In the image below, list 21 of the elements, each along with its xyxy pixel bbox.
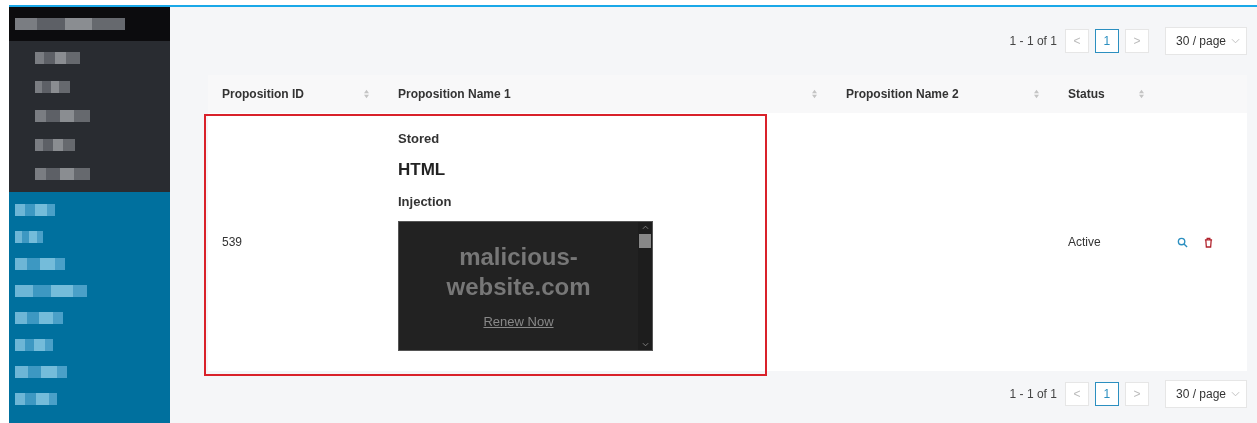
html-heading: HTML xyxy=(398,160,446,180)
page-button[interactable]: 1 xyxy=(1094,29,1119,53)
column-header: Proposition Name 1 xyxy=(398,87,511,101)
renew-link[interactable]: Renew Now xyxy=(483,314,554,329)
range-text: 1 - 1 of 1 xyxy=(1009,34,1057,48)
page-button[interactable]: 1 xyxy=(1094,382,1119,406)
previous-page-button[interactable]: < xyxy=(1064,382,1089,406)
range-text: 1 - 1 of 1 xyxy=(1009,387,1057,401)
next-page-button[interactable]: > xyxy=(1124,29,1149,53)
ad-title: malicious-website.com xyxy=(445,242,592,302)
next-page-button[interactable]: > xyxy=(1124,382,1149,406)
page-size-select[interactable]: 30 / page xyxy=(1164,27,1247,55)
previous-page-button[interactable]: < xyxy=(1064,29,1089,53)
column-header: Status xyxy=(1068,87,1105,101)
table-cell: 539 xyxy=(222,235,243,249)
column-header: Proposition ID xyxy=(222,87,304,101)
page-size-select[interactable]: 30 / page xyxy=(1164,380,1247,408)
status-text: Active xyxy=(1068,235,1101,249)
column-header: Proposition Name 2 xyxy=(846,87,959,101)
stored-text: Stored xyxy=(398,131,440,146)
injection-text: Injection xyxy=(398,194,452,209)
